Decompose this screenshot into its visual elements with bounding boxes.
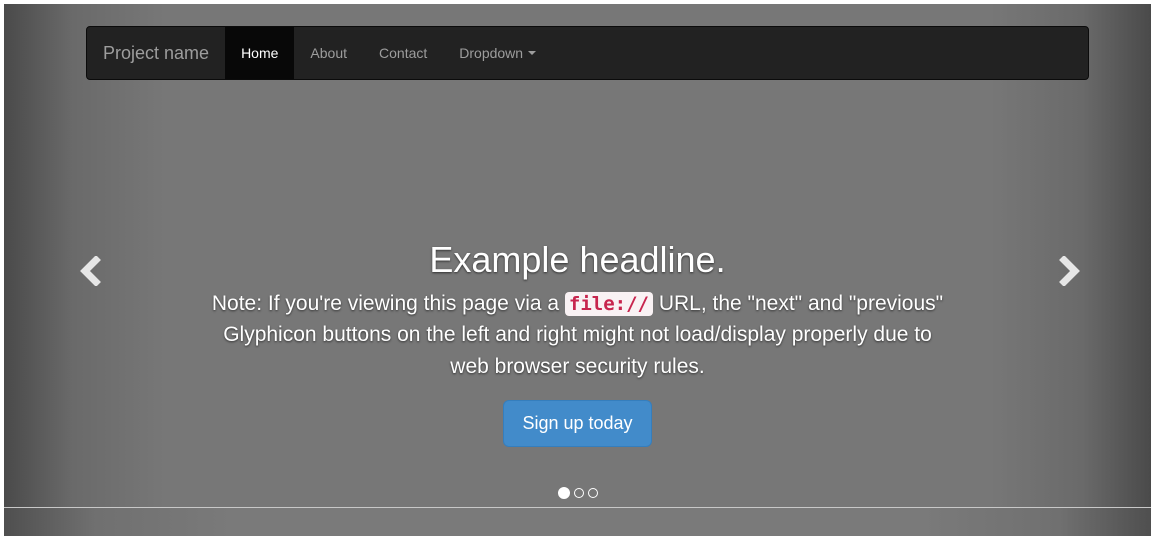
sign-up-button[interactable]: Sign up today (503, 400, 652, 448)
carousel-caption: Example headline. Note: If you're viewin… (204, 239, 951, 448)
carousel-prev-button[interactable] (76, 255, 106, 287)
note-text-start: Note: If you're viewing this page via a (211, 291, 565, 315)
carousel-indicators (4, 487, 1151, 499)
carousel-headline: Example headline. (429, 239, 726, 280)
carousel-note: Note: If you're viewing this page via a … (204, 288, 951, 383)
carousel-indicator-2[interactable] (573, 488, 584, 498)
carousel-next-button[interactable] (1054, 255, 1084, 287)
chevron-right-icon (1059, 255, 1080, 287)
carousel-indicator-3[interactable] (587, 488, 598, 498)
nav-item-home[interactable]: Home (225, 27, 295, 79)
file-url-code: file:// (564, 291, 653, 316)
nav-item-contact[interactable]: Contact (363, 27, 443, 79)
nav-item-dropdown-label: Dropdown (459, 45, 524, 61)
nav-item-about[interactable]: About (294, 27, 363, 79)
nav-item-dropdown[interactable]: Dropdown (443, 27, 552, 79)
caret-down-icon (528, 51, 537, 55)
navbar-brand[interactable]: Project name (87, 27, 225, 79)
next-section-strip (4, 507, 1151, 536)
carousel-indicator-1[interactable] (557, 487, 570, 499)
chevron-left-icon (80, 255, 101, 287)
carousel: Project name Home About Contact Dropdown… (4, 4, 1151, 507)
top-navbar: Project name Home About Contact Dropdown (86, 26, 1089, 80)
